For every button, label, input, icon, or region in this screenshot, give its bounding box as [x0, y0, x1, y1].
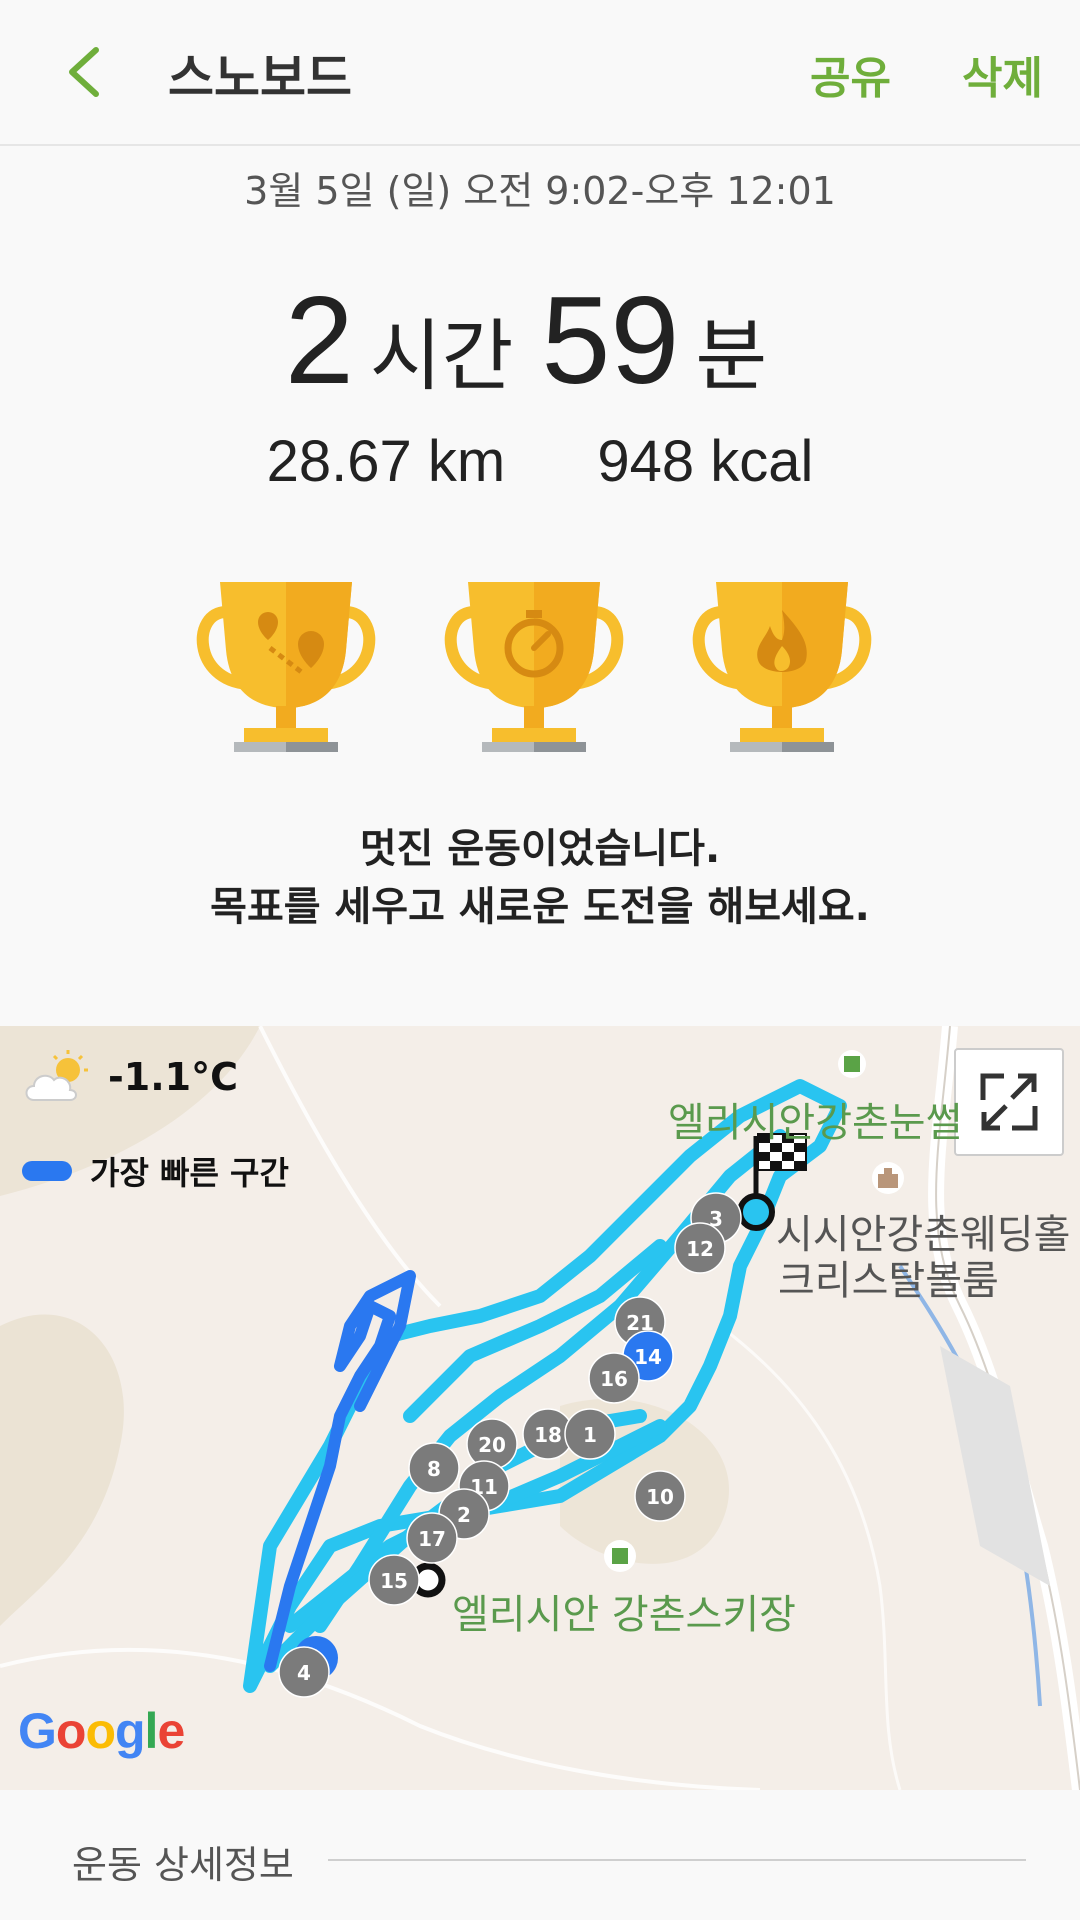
duration-minutes: 59 — [541, 272, 680, 410]
route-marker-4: 4 — [278, 1646, 330, 1698]
route-map[interactable]: 3 12 21 14 16 18 1 20 8 11 2 17 10 15 4 -1.1°C 가장 빠른 구… — [0, 1026, 1080, 1790]
svg-text:15: 15 — [380, 1569, 408, 1593]
svg-text:10: 10 — [646, 1485, 674, 1509]
fast-segment-swatch — [22, 1161, 72, 1181]
expand-icon — [976, 1070, 1042, 1136]
hours-unit: 시간 — [369, 312, 514, 400]
duration-hours: 2 — [284, 272, 354, 410]
svg-text:18: 18 — [534, 1423, 562, 1447]
temperature: -1.1°C — [108, 1055, 238, 1099]
svg-text:20: 20 — [478, 1433, 506, 1457]
section-divider — [328, 1859, 1026, 1861]
minutes-unit: 분 — [695, 312, 768, 400]
place-label-crystal-ballroom: 크리스탈볼룸 — [778, 1258, 999, 1304]
weather-info: -1.1°C — [22, 1048, 238, 1106]
message-line-2: 목표를 세우고 새로운 도전을 해보세요. — [210, 884, 870, 930]
svg-text:14: 14 — [634, 1345, 662, 1369]
route-marker-12: 12 — [674, 1222, 726, 1274]
svg-text:8: 8 — [427, 1457, 441, 1481]
route-marker-10: 10 — [634, 1470, 686, 1522]
map-legend: 가장 빠른 구간 — [22, 1148, 289, 1194]
svg-text:12: 12 — [686, 1237, 714, 1261]
route-marker-15: 15 — [368, 1554, 420, 1606]
svg-text:4: 4 — [297, 1661, 311, 1685]
motivation-message: 멋진 운동이었습니다. 목표를 세우고 새로운 도전을 해보세요. — [0, 820, 1080, 936]
workout-duration: 2 시간 59 분 — [0, 270, 1080, 412]
route-marker-17: 17 — [406, 1512, 458, 1564]
workout-datetime: 3월 5일 (일) 오전 9:02-오후 12:01 — [244, 169, 836, 213]
distance-value: 28.67 km — [266, 429, 506, 494]
svg-text:1: 1 — [583, 1423, 597, 1447]
distance-trophy-icon[interactable] — [186, 568, 386, 768]
duration-trophy-icon[interactable] — [434, 568, 634, 768]
svg-text:17: 17 — [418, 1527, 446, 1551]
route-marker-1: 1 — [564, 1408, 616, 1460]
expand-map-button[interactable] — [954, 1048, 1064, 1156]
delete-button[interactable]: 삭제 — [962, 42, 1043, 106]
share-button[interactable]: 공유 — [810, 42, 891, 106]
partly-sunny-icon — [25, 1050, 88, 1101]
calories-value: 948 kcal — [597, 429, 814, 494]
chevron-left-icon — [69, 47, 99, 97]
route-marker-8: 8 — [408, 1442, 460, 1494]
route-marker-20: 20 — [466, 1418, 518, 1470]
svg-text:16: 16 — [600, 1367, 628, 1391]
details-section-title: 운동 상세정보 — [72, 1843, 294, 1887]
route-marker-16: 16 — [588, 1352, 640, 1404]
message-line-1: 멋진 운동이었습니다. — [359, 826, 721, 872]
page-title: 스노보드 — [168, 49, 352, 107]
workout-stats: 28.67 km 948 kcal — [0, 428, 1080, 495]
calories-trophy-icon[interactable] — [682, 568, 882, 768]
svg-text:2: 2 — [457, 1503, 471, 1527]
back-button[interactable] — [58, 40, 118, 104]
legend-label: 가장 빠른 구간 — [90, 1154, 289, 1192]
place-label-sledding: 엘리시안강촌눈썰 — [668, 1100, 963, 1146]
google-logo: Google — [18, 1703, 185, 1759]
place-label-ski-resort: 엘리시안 강촌스키장 — [452, 1592, 796, 1638]
app-bar: 스노보드 공유 삭제 — [0, 0, 1080, 146]
